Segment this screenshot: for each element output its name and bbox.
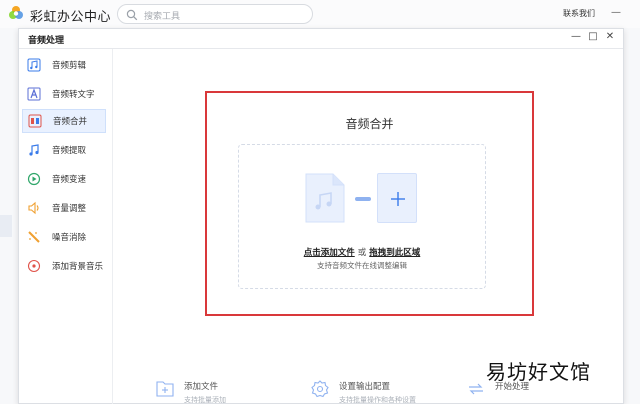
text-A-icon [27,87,41,101]
click-add-file-link[interactable]: 点击添加文件 [304,248,355,258]
refresh-arrows-icon [469,383,483,395]
output-config-title: 设置输出配置 [339,382,391,392]
sidebar-item-label: 音频提取 [52,146,87,156]
output-config-subtitle: 支持批量操作和各种设置 [339,396,416,404]
audio-processing-dialog: 音频处理 — □ ✕ 音频剪辑 音频转文字 音频合并 音频提取 音频变速 音量调… [18,28,624,404]
dialog-minimize-button[interactable]: — [569,31,583,42]
background-sidebar [0,28,18,404]
watermark-text: 易坊好文馆 [486,360,591,384]
sidebar-item-volume-adjust[interactable]: 音量调整 [22,196,106,220]
add-file-plus-button[interactable] [377,173,417,223]
panel-title: 音频合并 [345,117,394,131]
add-file-title: 添加文件 [184,382,219,392]
merge-dash [355,197,371,201]
drop-hint: 支持音频文件在线调整编辑 [317,261,407,270]
main-content: 音频合并 点击添加文件或拖拽到此区域 支持音频文件在线调整编辑 添加文件 支持批… [114,49,623,404]
sidebar-item-label: 音频转文字 [52,90,95,100]
dialog-title: 音频处理 [28,36,65,46]
sidebar-item-label: 添加背景音乐 [52,262,104,272]
app-minimize-button[interactable]: — [611,7,621,18]
audio-clip-icon [27,58,41,72]
search-icon [126,9,138,21]
rainbow-logo-icon [9,6,23,19]
drop-instruction: 点击添加文件或拖拽到此区域 [239,246,485,258]
sidebar-item-label: 噪音消除 [52,233,87,243]
settings-gear-icon [311,380,329,398]
sidebar-item-label: 音频剪辑 [52,61,87,71]
speed-icon [27,172,41,186]
drag-here-text: 拖拽到此区域 [369,248,421,258]
sidebar-item-label: 音频变速 [52,175,87,185]
dialog-close-button[interactable]: ✕ [603,31,617,42]
audio-extract-icon [29,144,39,156]
audio-merge-icon [28,114,42,128]
volume-icon [28,201,39,215]
dialog-maximize-button[interactable]: □ [586,31,600,42]
music-disc-icon [27,259,41,273]
search-placeholder[interactable]: 搜索工具 [144,9,180,22]
tool-sidebar: 音频剪辑 音频转文字 音频合并 音频提取 音频变速 音量调整 噪音消除 添加背景… [19,49,113,404]
app-title: 彩虹办公中心 [30,10,112,25]
add-file-icon [156,381,174,397]
background-selected-mark [0,215,12,237]
noise-wand-icon [28,231,40,243]
output-config-action[interactable]: 设置输出配置 支持批量操作和各种设置 [311,380,416,404]
sidebar-item-audio-speed[interactable]: 音频变速 [22,167,106,191]
search-box[interactable]: 搜索工具 [117,4,313,24]
add-file-subtitle: 支持批量添加 [184,396,226,404]
contact-us-link[interactable]: 联系我们 [563,8,595,19]
sidebar-item-label: 音量调整 [52,204,87,214]
merge-panel-highlight: 音频合并 点击添加文件或拖拽到此区域 支持音频文件在线调整编辑 [205,91,534,316]
sidebar-item-audio-merge[interactable]: 音频合并 [22,109,106,133]
background-right-edge [624,28,640,404]
or-text: 或 [357,248,367,258]
plus-icon [391,192,405,206]
sidebar-item-add-bgm[interactable]: 添加背景音乐 [22,254,106,278]
audio-file-icon [305,173,345,223]
sidebar-item-audio-extract[interactable]: 音频提取 [22,138,106,162]
sidebar-item-label: 音频合并 [53,117,88,127]
sidebar-item-noise-removal[interactable]: 噪音消除 [22,225,106,249]
add-file-action[interactable]: 添加文件 支持批量添加 [156,380,226,404]
sidebar-item-audio-clip[interactable]: 音频剪辑 [22,53,106,77]
sidebar-item-audio-to-text[interactable]: 音频转文字 [22,82,106,106]
file-drop-zone[interactable]: 点击添加文件或拖拽到此区域 支持音频文件在线调整编辑 [238,144,486,289]
app-bar: 彩虹办公中心 搜索工具 联系我们 — [0,0,640,28]
